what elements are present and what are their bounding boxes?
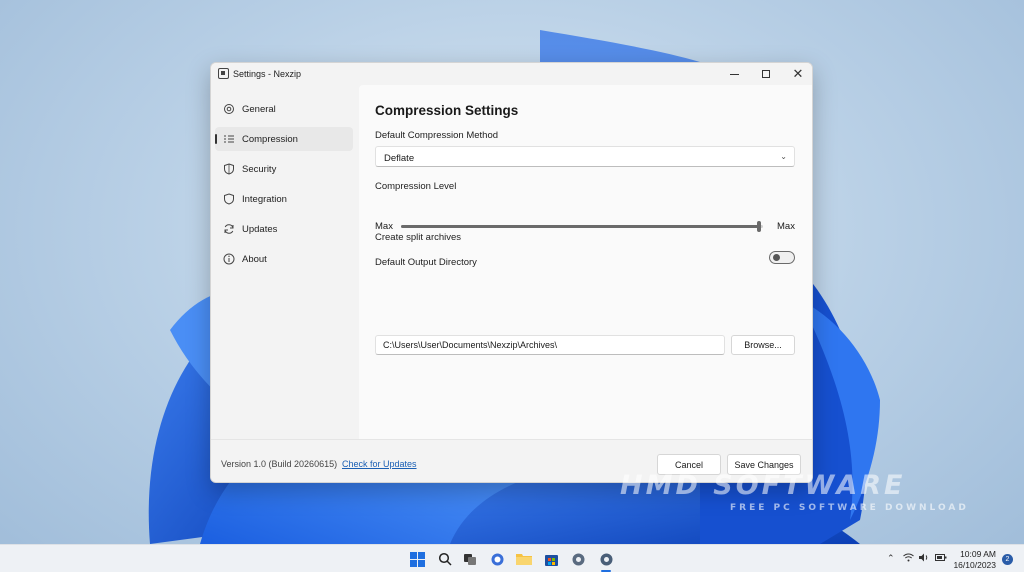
- compression-method-select[interactable]: Deflate ⌄: [375, 146, 795, 167]
- sidebar-item-label: About: [242, 254, 267, 265]
- settings-gear-icon[interactable]: [570, 551, 586, 567]
- gear-icon: [223, 103, 235, 115]
- wifi-icon[interactable]: [903, 553, 914, 564]
- sidebar-item-label: Updates: [242, 224, 278, 235]
- watermark-title: HMD SOFTWARE: [620, 470, 906, 501]
- file-explorer-icon[interactable]: [516, 551, 532, 567]
- compression-level-slider[interactable]: [401, 221, 763, 232]
- taskbar: ⌃ 10:09 AM 16/10/2023 2: [0, 544, 1024, 572]
- check-updates-link[interactable]: Check for Updates: [342, 459, 417, 469]
- maximize-icon: [762, 70, 770, 78]
- select-value: Deflate: [384, 153, 415, 164]
- sidebar-item-about[interactable]: About: [215, 247, 353, 271]
- sidebar-item-label: Compression: [242, 134, 298, 145]
- method-label: Default Compression Method: [375, 130, 499, 141]
- level-label: Compression Level: [375, 181, 457, 192]
- page-title: Compression Settings: [375, 103, 519, 118]
- minimize-button[interactable]: [718, 63, 750, 85]
- clock-date[interactable]: 16/10/2023: [952, 560, 996, 570]
- shield-outline-icon: [223, 193, 235, 205]
- search-icon[interactable]: [437, 551, 453, 567]
- close-icon: ✕: [792, 66, 804, 81]
- minimize-icon: [729, 73, 739, 75]
- version-text: Version 1.0 (Build 20260615): [221, 459, 338, 469]
- title-bar[interactable]: Settings - Nexzip ✕: [211, 63, 812, 85]
- refresh-icon: [223, 223, 235, 235]
- chat-icon[interactable]: [489, 551, 505, 567]
- battery-icon[interactable]: [935, 553, 947, 564]
- sidebar: General Compression Security Integration…: [211, 85, 358, 439]
- sidebar-item-integration[interactable]: Integration: [215, 187, 353, 211]
- clock-time[interactable]: 10:09 AM: [958, 549, 996, 559]
- sidebar-item-label: General: [242, 104, 276, 115]
- shield-icon: [223, 163, 235, 175]
- task-view-icon[interactable]: [462, 551, 478, 567]
- settings-content: Compression Settings Default Compression…: [359, 85, 812, 439]
- archive-icon: [218, 68, 229, 79]
- output-directory-label: Default Output Directory: [375, 257, 477, 268]
- start-icon[interactable]: [409, 551, 425, 567]
- toggle-knob: [773, 254, 780, 261]
- window-title: Settings - Nexzip: [233, 69, 302, 79]
- nexzip-app-icon[interactable]: [598, 551, 614, 567]
- volume-icon[interactable]: [919, 553, 930, 564]
- slider-max-label: Max: [777, 221, 795, 232]
- output-directory-input[interactable]: [375, 335, 725, 355]
- settings-window: Settings - Nexzip ✕ General Compression …: [210, 62, 813, 483]
- browse-button[interactable]: Browse...: [731, 335, 795, 355]
- watermark-subtitle: FREE PC SOFTWARE DOWNLOAD: [730, 503, 969, 513]
- list-icon: [223, 133, 235, 145]
- notification-badge[interactable]: 2: [1002, 554, 1013, 565]
- sidebar-item-updates[interactable]: Updates: [215, 217, 353, 241]
- maximize-button[interactable]: [750, 63, 782, 85]
- split-archives-label: Create split archives: [375, 232, 462, 243]
- sidebar-item-general[interactable]: General: [215, 97, 353, 121]
- store-icon[interactable]: [543, 551, 559, 567]
- slider-min-label: Max: [375, 221, 393, 232]
- watermark: HMD SOFTWARE FREE PC SOFTWARE DOWNLOAD: [620, 470, 970, 520]
- sidebar-item-compression[interactable]: Compression: [215, 127, 353, 151]
- sidebar-item-label: Security: [242, 164, 277, 175]
- chevron-down-icon: ⌄: [780, 152, 787, 161]
- info-icon: [223, 253, 235, 265]
- split-archives-toggle[interactable]: [769, 251, 795, 264]
- close-button[interactable]: ✕: [782, 63, 812, 85]
- slider-thumb[interactable]: [757, 221, 762, 232]
- sidebar-item-security[interactable]: Security: [215, 157, 353, 181]
- chevron-up-icon[interactable]: ⌃: [887, 553, 895, 564]
- slider-fill: [401, 225, 760, 228]
- sidebar-item-label: Integration: [242, 194, 287, 205]
